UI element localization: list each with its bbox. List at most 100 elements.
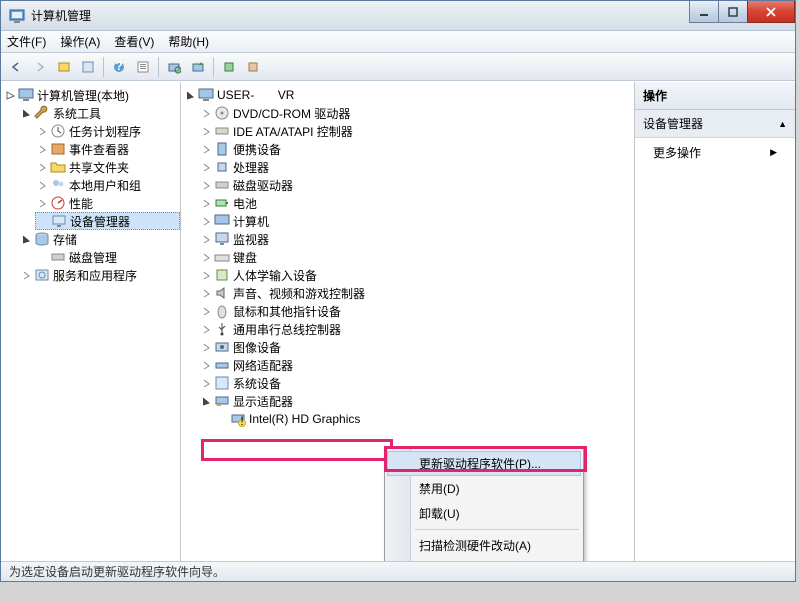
keyboard-icon bbox=[214, 249, 230, 265]
ctx-scan[interactable]: 扫描检测硬件改动(A) bbox=[387, 533, 581, 558]
device-category[interactable]: 键盘 bbox=[199, 248, 634, 266]
menu-view[interactable]: 查看(V) bbox=[114, 33, 154, 50]
collapse-icon[interactable] bbox=[5, 90, 16, 101]
devices-button[interactable] bbox=[218, 56, 240, 78]
tree-performance[interactable]: 性能 bbox=[35, 194, 180, 212]
ctx-update-driver[interactable]: 更新驱动程序软件(P)... bbox=[387, 451, 581, 476]
submenu-triangle-icon: ▶ bbox=[770, 147, 777, 158]
expand-icon[interactable] bbox=[37, 162, 48, 173]
device-intel-hd-graphics[interactable]: ! Intel(R) HD Graphics bbox=[215, 410, 634, 428]
device-category[interactable]: 系统设备 bbox=[199, 374, 634, 392]
help-button[interactable]: ? bbox=[108, 56, 130, 78]
services-icon bbox=[34, 267, 50, 283]
show-hidden-button[interactable] bbox=[242, 56, 264, 78]
device-category[interactable]: 声音、视频和游戏控制器 bbox=[199, 284, 634, 302]
device-category[interactable]: 网络适配器 bbox=[199, 356, 634, 374]
device-category[interactable]: 监视器 bbox=[199, 230, 634, 248]
device-display-adapters[interactable]: 显示适配器 bbox=[199, 392, 634, 410]
device-category[interactable]: 图像设备 bbox=[199, 338, 634, 356]
computer-icon bbox=[214, 213, 230, 229]
toolbar-separator bbox=[103, 57, 104, 77]
app-icon bbox=[9, 8, 25, 24]
hid-icon bbox=[214, 267, 230, 283]
collapse-icon[interactable] bbox=[21, 234, 32, 245]
actions-title: 操作 bbox=[635, 82, 795, 110]
tree-root-label: 计算机管理(本地) bbox=[37, 87, 129, 104]
update-button[interactable] bbox=[187, 56, 209, 78]
device-tree[interactable]: USER- VR DVD/CD-ROM 驱动器 IDE ATA/ATAPI 控制… bbox=[181, 82, 634, 432]
toolbar-button-2[interactable] bbox=[77, 56, 99, 78]
device-category[interactable]: 处理器 bbox=[199, 158, 634, 176]
tree-task-scheduler[interactable]: 任务计划程序 bbox=[35, 122, 180, 140]
context-menu-separator bbox=[415, 529, 579, 530]
context-menu: 更新驱动程序软件(P)... 禁用(D) 卸载(U) 扫描检测硬件改动(A) 属… bbox=[384, 448, 584, 561]
management-tree[interactable]: 计算机管理(本地) 系统工具 任务计划程序 事件查 bbox=[1, 82, 180, 288]
window-title: 计算机管理 bbox=[31, 7, 690, 24]
main-window: 计算机管理 文件(F) 操作(A) 查看(V) 帮助(H) ? bbox=[0, 0, 796, 582]
collapse-triangle-icon: ▲ bbox=[778, 119, 787, 129]
collapse-icon[interactable] bbox=[185, 90, 196, 101]
toolbar-button-1[interactable] bbox=[53, 56, 75, 78]
collapse-icon[interactable] bbox=[21, 108, 32, 119]
toolbar: ? bbox=[1, 53, 795, 81]
storage-icon bbox=[34, 231, 50, 247]
tree-root[interactable]: 计算机管理(本地) bbox=[3, 86, 180, 104]
cpu-icon bbox=[214, 159, 230, 175]
scan-button[interactable] bbox=[163, 56, 185, 78]
properties-button[interactable] bbox=[132, 56, 154, 78]
portable-icon bbox=[214, 141, 230, 157]
back-button[interactable] bbox=[5, 56, 27, 78]
sound-icon bbox=[214, 285, 230, 301]
highlight-device bbox=[201, 439, 393, 461]
menu-file[interactable]: 文件(F) bbox=[7, 33, 46, 50]
system-device-icon bbox=[214, 375, 230, 391]
device-tree-root[interactable]: USER- VR bbox=[183, 86, 634, 104]
close-button[interactable] bbox=[747, 1, 795, 23]
device-category[interactable]: IDE ATA/ATAPI 控制器 bbox=[199, 122, 634, 140]
tree-services[interactable]: 服务和应用程序 bbox=[19, 266, 180, 284]
display-adapter-warning-icon: ! bbox=[230, 411, 246, 427]
tree-device-manager[interactable]: 设备管理器 bbox=[35, 212, 180, 230]
menu-help[interactable]: 帮助(H) bbox=[168, 33, 209, 50]
forward-button[interactable] bbox=[29, 56, 51, 78]
device-category[interactable]: 人体学输入设备 bbox=[199, 266, 634, 284]
body: 计算机管理(本地) 系统工具 任务计划程序 事件查 bbox=[1, 81, 795, 561]
window-buttons bbox=[690, 1, 795, 30]
actions-more[interactable]: 更多操作 ▶ bbox=[635, 138, 795, 167]
display-adapter-icon bbox=[214, 393, 230, 409]
expand-icon[interactable] bbox=[37, 198, 48, 209]
svg-text:?: ? bbox=[115, 60, 122, 73]
expand-icon[interactable] bbox=[21, 270, 32, 281]
network-icon bbox=[214, 357, 230, 373]
computer-icon bbox=[18, 87, 34, 103]
ctx-uninstall[interactable]: 卸载(U) bbox=[387, 501, 581, 526]
expand-icon[interactable] bbox=[37, 180, 48, 191]
titlebar: 计算机管理 bbox=[1, 1, 795, 31]
actions-subheader[interactable]: 设备管理器 ▲ bbox=[635, 110, 795, 138]
expand-icon[interactable] bbox=[37, 144, 48, 155]
usb-icon bbox=[214, 321, 230, 337]
device-category[interactable]: DVD/CD-ROM 驱动器 bbox=[199, 104, 634, 122]
expand-icon[interactable] bbox=[37, 126, 48, 137]
device-category[interactable]: 电池 bbox=[199, 194, 634, 212]
collapse-icon[interactable] bbox=[201, 396, 212, 407]
device-category[interactable]: 便携设备 bbox=[199, 140, 634, 158]
device-category[interactable]: 计算机 bbox=[199, 212, 634, 230]
menu-action[interactable]: 操作(A) bbox=[60, 33, 100, 50]
device-category[interactable]: 磁盘驱动器 bbox=[199, 176, 634, 194]
device-category[interactable]: 鼠标和其他指针设备 bbox=[199, 302, 634, 320]
maximize-button[interactable] bbox=[718, 1, 748, 23]
tree-storage[interactable]: 存储 bbox=[19, 230, 180, 248]
tree-shared-folders[interactable]: 共享文件夹 bbox=[35, 158, 180, 176]
device-category[interactable]: 通用串行总线控制器 bbox=[199, 320, 634, 338]
tree-event-viewer[interactable]: 事件查看器 bbox=[35, 140, 180, 158]
disk-icon bbox=[50, 249, 66, 265]
tree-local-users[interactable]: 本地用户和组 bbox=[35, 176, 180, 194]
minimize-button[interactable] bbox=[689, 1, 719, 23]
ctx-disable[interactable]: 禁用(D) bbox=[387, 476, 581, 501]
device-manager-icon bbox=[51, 213, 67, 229]
menubar: 文件(F) 操作(A) 查看(V) 帮助(H) bbox=[1, 31, 795, 53]
image-device-icon bbox=[214, 339, 230, 355]
tree-disk-management[interactable]: 磁盘管理 bbox=[35, 248, 180, 266]
tree-system-tools[interactable]: 系统工具 bbox=[19, 104, 180, 122]
